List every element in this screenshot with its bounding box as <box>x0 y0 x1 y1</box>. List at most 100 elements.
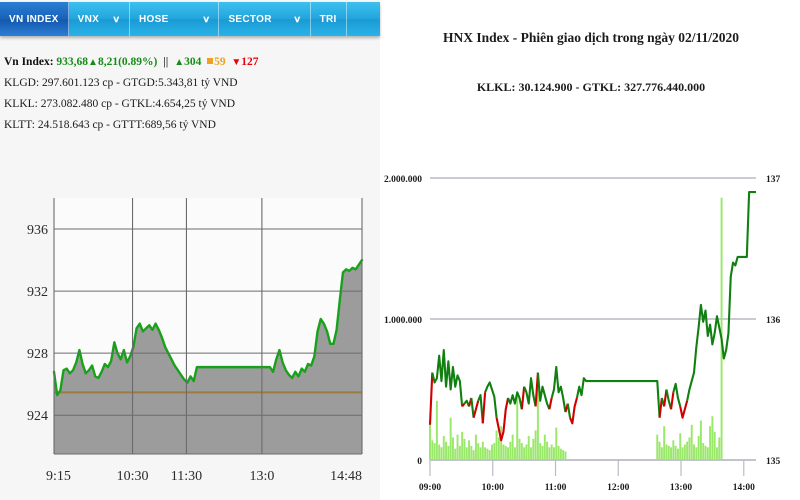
unchanged-square-icon <box>207 58 214 64</box>
volume-bar <box>557 445 560 460</box>
volume-bar <box>697 436 700 460</box>
volume-bar <box>438 444 441 460</box>
volume-bar <box>543 434 546 460</box>
up-triangle-icon: ▲ <box>88 57 98 68</box>
volume-bar <box>454 448 457 460</box>
volume-bar <box>486 448 489 460</box>
volume-bar <box>481 441 484 460</box>
x-axis-tick-label: 12:00 <box>607 483 629 493</box>
volume-bar <box>660 447 663 460</box>
volume-bar <box>711 416 714 460</box>
nav-item-label: VN INDEX <box>9 13 59 25</box>
y-axis-tick-label: 928 <box>27 347 48 362</box>
x-axis-tick-label: 13:00 <box>670 483 692 493</box>
volume-bar <box>509 441 512 460</box>
volume-bar <box>676 448 679 460</box>
volume-bar <box>525 444 528 460</box>
volume-bar <box>663 426 666 460</box>
volume-bar <box>564 451 567 460</box>
volume-bar <box>562 450 565 460</box>
vn-index-chart-svg: 936 932 928 924 9:15 10:30 11:30 13:0 14:48 <box>8 186 372 494</box>
vn-index-label: Vn Index: <box>4 56 54 68</box>
y-axis-tick-label: 936 <box>27 223 48 238</box>
volume-bar <box>458 445 461 460</box>
hnx-chart-svg: 2.000.000 1.000.000 0 137 136 135 09:00 10:00… <box>382 160 800 500</box>
volume-bar <box>468 440 470 460</box>
hnx-index-panel: HNX Index - Phiên giao dịch trong ngày 0… <box>382 0 800 500</box>
y-axis-tick-label: 924 <box>27 409 48 424</box>
x-axis-tick-label: 10:30 <box>117 469 149 484</box>
volume-bar <box>477 443 480 460</box>
nav-item-tri[interactable]: TRI <box>311 2 347 36</box>
volume-bar <box>527 436 530 460</box>
volume-bar <box>555 427 558 460</box>
top-navigation-bar: VN INDEX VNX ∨ HOSE ∨ SECTOR ∨ TRI <box>0 2 380 36</box>
volume-bar <box>713 431 716 460</box>
vn-index-change: 8,21(0.89%) <box>97 56 158 68</box>
y-axis-left-tick-label: 1.000.000 <box>384 316 422 326</box>
volume-bar <box>699 420 702 460</box>
volume-bar <box>532 438 535 460</box>
volume-bar <box>553 447 555 460</box>
volume-bar <box>463 438 466 460</box>
volume-bar <box>431 440 434 460</box>
nav-item-hose[interactable]: HOSE ∨ <box>130 2 220 36</box>
hnx-chart-title: HNX Index - Phiên giao dịch trong ngày 0… <box>442 30 740 45</box>
volume-bar <box>695 447 698 460</box>
volume-bar <box>518 438 521 460</box>
volume-bar <box>520 443 523 460</box>
x-axis-tick-label: 14:00 <box>733 483 755 493</box>
volume-bar <box>530 447 532 460</box>
nav-item-vnx[interactable]: VNX ∨ <box>69 2 130 36</box>
volume-bar <box>559 448 562 460</box>
vn-index-panel: VN INDEX VNX ∨ HOSE ∨ SECTOR ∨ TRI Vn In… <box>0 0 380 500</box>
volume-bar <box>706 447 709 460</box>
hnx-chart-subtitle: KLKL: 30.124.900 - GTKL: 327.776.440.000 <box>476 80 706 94</box>
y-axis-right-tick-label: 137 <box>766 175 781 185</box>
volume-bar <box>534 430 537 460</box>
volume-bar <box>720 197 723 461</box>
y-axis-left-tick-label: 2.000.000 <box>384 175 422 185</box>
x-axis-tick-label: 13:0 <box>249 469 274 484</box>
volume-bar <box>440 447 443 460</box>
market-summary-block: Vn Index: 933,68▲8,21(0.89%) || ▲304 59 … <box>4 52 376 136</box>
x-axis-tick-label: 09:00 <box>419 483 441 493</box>
volume-bar <box>470 445 473 460</box>
nav-item-vn-index[interactable]: VN INDEX <box>0 2 69 36</box>
volume-bar <box>493 443 496 460</box>
volume-bar <box>672 440 675 460</box>
volume-bar <box>539 443 542 460</box>
volume-bar <box>502 444 505 460</box>
volume-bar <box>442 436 445 460</box>
volume-bar <box>683 444 686 460</box>
volume-bar <box>716 447 718 460</box>
vn-index-intraday-chart: 936 932 928 924 9:15 10:30 11:30 13:0 14:48 <box>8 186 372 494</box>
volume-bar <box>507 447 510 460</box>
x-axis-tick-label: 9:15 <box>46 469 71 484</box>
x-axis-tick-label: 14:48 <box>330 469 362 484</box>
volume-bar <box>546 441 549 460</box>
separator: || <box>163 56 169 68</box>
volume-bar <box>693 444 695 460</box>
chevron-down-icon: ∨ <box>201 13 211 24</box>
volume-bar <box>447 445 450 460</box>
volume-bar <box>433 443 436 460</box>
volume-bar <box>658 441 661 460</box>
x-axis-tick-label: 11:00 <box>545 483 567 493</box>
volume-bar <box>688 437 691 460</box>
nav-item-sector[interactable]: SECTOR ∨ <box>219 2 311 36</box>
decliners-count: 127 <box>241 56 259 68</box>
volume-bar <box>681 447 684 460</box>
volume-bar <box>497 437 500 460</box>
advancers-count: 304 <box>184 56 202 68</box>
volume-bar <box>656 434 659 460</box>
unchanged-count: 59 <box>214 56 226 68</box>
volume-bar <box>435 400 438 460</box>
volume-bar <box>461 431 464 460</box>
volume-bar <box>484 447 487 460</box>
volume-bar <box>488 450 491 460</box>
decliners-triangle-icon: ▼ <box>231 57 242 68</box>
volume-bar <box>709 426 712 460</box>
nav-item-label: SECTOR <box>228 13 272 25</box>
volume-bar <box>500 426 503 460</box>
